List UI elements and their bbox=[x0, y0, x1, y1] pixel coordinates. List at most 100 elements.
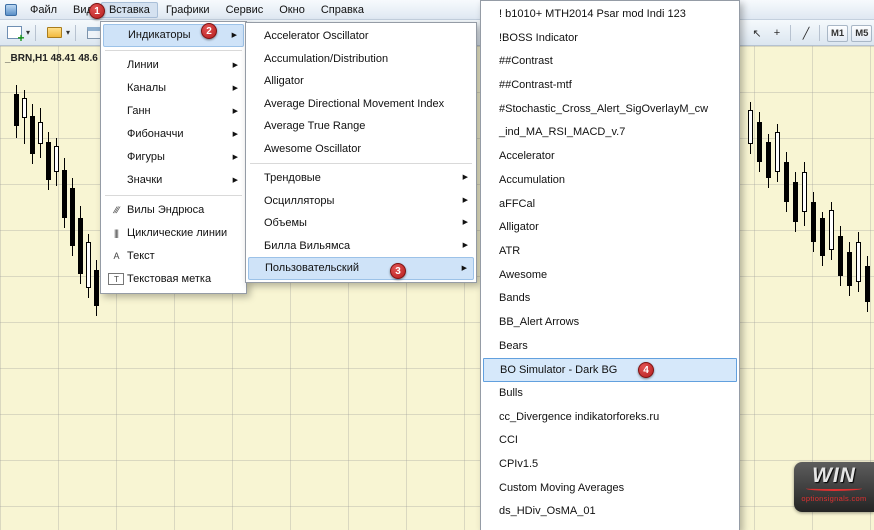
custom-indicator-item[interactable]: Custom Moving Averages bbox=[483, 477, 737, 501]
watermark-url: optionsignals.com bbox=[794, 494, 874, 503]
menu-item-accelerator-oscillator[interactable]: Accelerator Oscillator bbox=[248, 25, 474, 48]
custom-indicator-item[interactable]: ##Contrast bbox=[483, 50, 737, 74]
custom-indicator-item[interactable]: Accumulation bbox=[483, 169, 737, 193]
menu-item-average-true-range[interactable]: Average True Range bbox=[248, 115, 474, 138]
submenu-arrow-icon: ▶ bbox=[463, 235, 468, 258]
menu-item-label: Фигуры bbox=[127, 151, 165, 163]
menu-item-custom-group[interactable]: Пользовательский ▶ bbox=[248, 257, 474, 280]
candle-body bbox=[70, 188, 75, 246]
menubar-item-charts[interactable]: Графики bbox=[158, 2, 218, 18]
menu-item-label: Alligator bbox=[499, 221, 539, 233]
candle-body bbox=[829, 210, 834, 250]
menu-item-channels[interactable]: Каналы ▶ bbox=[103, 77, 244, 100]
menu-item-label: Текст bbox=[127, 250, 155, 262]
menu-separator bbox=[105, 195, 242, 196]
menubar-item-file[interactable]: Файл bbox=[22, 2, 65, 18]
period-button-m5[interactable]: M5 bbox=[851, 25, 872, 42]
menu-item-label: _ind_MA_RSI_MACD_v.7 bbox=[499, 126, 625, 138]
menu-item-alligator[interactable]: Alligator bbox=[248, 70, 474, 93]
menu-item-fibonacci[interactable]: Фибоначчи ▶ bbox=[103, 123, 244, 146]
menu-item-label: Индикаторы bbox=[128, 29, 191, 41]
cursor-tool-icon[interactable]: ↖ bbox=[748, 24, 766, 42]
menu-item-label: ##Contrast-mtf bbox=[499, 79, 572, 91]
custom-indicator-item[interactable]: ! b1010+ MTH2014 Psar mod Indi 123 bbox=[483, 3, 737, 27]
custom-indicator-item[interactable]: #Stochastic_Cross_Alert_SigOverlayM_cw bbox=[483, 98, 737, 122]
period-button-m1[interactable]: M1 bbox=[827, 25, 848, 42]
insert-dropdown-menu: Индикаторы ▶ Линии ▶ Каналы ▶ Ганн ▶ Фиб… bbox=[100, 21, 247, 294]
menu-item-adx[interactable]: Average Directional Movement Index bbox=[248, 93, 474, 116]
submenu-arrow-icon: ▶ bbox=[233, 77, 238, 100]
menu-item-trend-group[interactable]: Трендовые ▶ bbox=[248, 167, 474, 190]
custom-indicator-item[interactable]: CPIv1.5 bbox=[483, 453, 737, 477]
custom-indicator-item[interactable]: BB_Alert Arrows bbox=[483, 311, 737, 335]
menubar-item-tools[interactable]: Сервис bbox=[218, 2, 272, 18]
custom-indicator-item[interactable]: CCI bbox=[483, 429, 737, 453]
menubar-item-window[interactable]: Окно bbox=[271, 2, 313, 18]
menu-item-label: Bulls bbox=[499, 387, 523, 399]
menu-item-gann[interactable]: Ганн ▶ bbox=[103, 100, 244, 123]
custom-indicator-item[interactable]: aFFCal bbox=[483, 193, 737, 217]
submenu-arrow-icon: ▶ bbox=[463, 167, 468, 190]
custom-indicator-item[interactable]: Bulls bbox=[483, 382, 737, 406]
submenu-arrow-icon: ▶ bbox=[233, 169, 238, 192]
menu-item-bill-williams-group[interactable]: Билла Вильямса ▶ bbox=[248, 235, 474, 258]
text-label-icon: T bbox=[108, 273, 124, 285]
custom-indicator-item[interactable]: cc_Divergence indikatorforeks.ru bbox=[483, 406, 737, 430]
menu-item-shapes[interactable]: Фигуры ▶ bbox=[103, 146, 244, 169]
menu-item-label: Alligator bbox=[264, 75, 304, 87]
candle-body bbox=[856, 242, 861, 282]
menu-item-oscillators-group[interactable]: Осцилляторы ▶ bbox=[248, 190, 474, 213]
menu-item-accumulation-distribution[interactable]: Accumulation/Distribution bbox=[248, 48, 474, 71]
menu-item-cycle-lines[interactable]: ||| Циклические линии bbox=[103, 222, 244, 245]
candle-body bbox=[62, 170, 67, 218]
menu-item-lines[interactable]: Линии ▶ bbox=[103, 54, 244, 77]
custom-indicator-item-bo-simulator[interactable]: BO Simulator - Dark BG bbox=[483, 358, 737, 382]
menu-item-label: Awesome bbox=[499, 269, 547, 281]
custom-indicator-item[interactable]: _ind_MA_RSI_MACD_v.7 bbox=[483, 121, 737, 145]
custom-indicator-item[interactable]: ##Contrast-mtf bbox=[483, 74, 737, 98]
submenu-arrow-icon: ▶ bbox=[233, 54, 238, 77]
menu-item-label: Значки bbox=[127, 174, 162, 186]
new-chart-dropdown-caret-icon[interactable]: ▾ bbox=[26, 23, 30, 43]
profiles-button[interactable] bbox=[43, 23, 65, 43]
menu-item-label: Ганн bbox=[127, 105, 151, 117]
menu-item-label: Bears bbox=[499, 340, 528, 352]
custom-indicator-item[interactable]: ATR bbox=[483, 240, 737, 264]
menu-item-label: Фибоначчи bbox=[127, 128, 183, 140]
indicators-submenu: Accelerator Oscillator Accumulation/Dist… bbox=[245, 22, 477, 283]
new-chart-button[interactable]: + bbox=[3, 23, 25, 43]
custom-indicator-item[interactable]: Awesome bbox=[483, 264, 737, 288]
custom-indicator-item[interactable]: Bands bbox=[483, 287, 737, 311]
submenu-arrow-icon: ▶ bbox=[462, 258, 467, 279]
submenu-arrow-icon: ▶ bbox=[463, 212, 468, 235]
custom-indicator-item[interactable]: ds_HDiv_OsMA_01 bbox=[483, 500, 737, 524]
menu-item-arrows[interactable]: Значки ▶ bbox=[103, 169, 244, 192]
menu-item-indicators[interactable]: Индикаторы ▶ bbox=[103, 24, 244, 47]
menu-item-label: Accelerator Oscillator bbox=[264, 30, 369, 42]
candle-body bbox=[30, 116, 35, 154]
custom-indicator-item[interactable]: Bears bbox=[483, 335, 737, 359]
menu-item-text[interactable]: A Текст bbox=[103, 245, 244, 268]
custom-indicator-item[interactable]: Alligator bbox=[483, 216, 737, 240]
candle-body bbox=[14, 94, 19, 126]
menu-item-label: Accelerator bbox=[499, 150, 555, 162]
menubar-item-insert[interactable]: Вставка bbox=[101, 2, 158, 18]
menubar-item-help[interactable]: Справка bbox=[313, 2, 372, 18]
menu-item-label: BB_Alert Arrows bbox=[499, 316, 579, 328]
profiles-dropdown-caret-icon[interactable]: ▾ bbox=[66, 23, 70, 43]
watermark-logo: WIN optionsignals.com bbox=[794, 462, 874, 512]
menu-item-volumes-group[interactable]: Объемы ▶ bbox=[248, 212, 474, 235]
menu-item-text-label[interactable]: T Текстовая метка bbox=[103, 268, 244, 291]
trendline-tool-icon[interactable]: ╱ bbox=[797, 24, 815, 42]
crosshair-tool-icon[interactable]: + bbox=[768, 24, 786, 42]
menu-item-label: BO Simulator - Dark BG bbox=[500, 364, 617, 376]
menu-item-awesome-oscillator[interactable]: Awesome Oscillator bbox=[248, 138, 474, 161]
menu-item-andrews-pitchfork[interactable]: /// Вилы Эндрюса bbox=[103, 199, 244, 222]
submenu-arrow-icon: ▶ bbox=[233, 100, 238, 123]
custom-indicator-item[interactable]: !BOSS Indicator bbox=[483, 27, 737, 51]
candle-body bbox=[766, 142, 771, 178]
custom-indicator-item[interactable]: Stochastic bbox=[483, 524, 737, 530]
candle-body bbox=[784, 162, 789, 202]
menu-item-label: !BOSS Indicator bbox=[499, 32, 578, 44]
custom-indicator-item[interactable]: Accelerator bbox=[483, 145, 737, 169]
